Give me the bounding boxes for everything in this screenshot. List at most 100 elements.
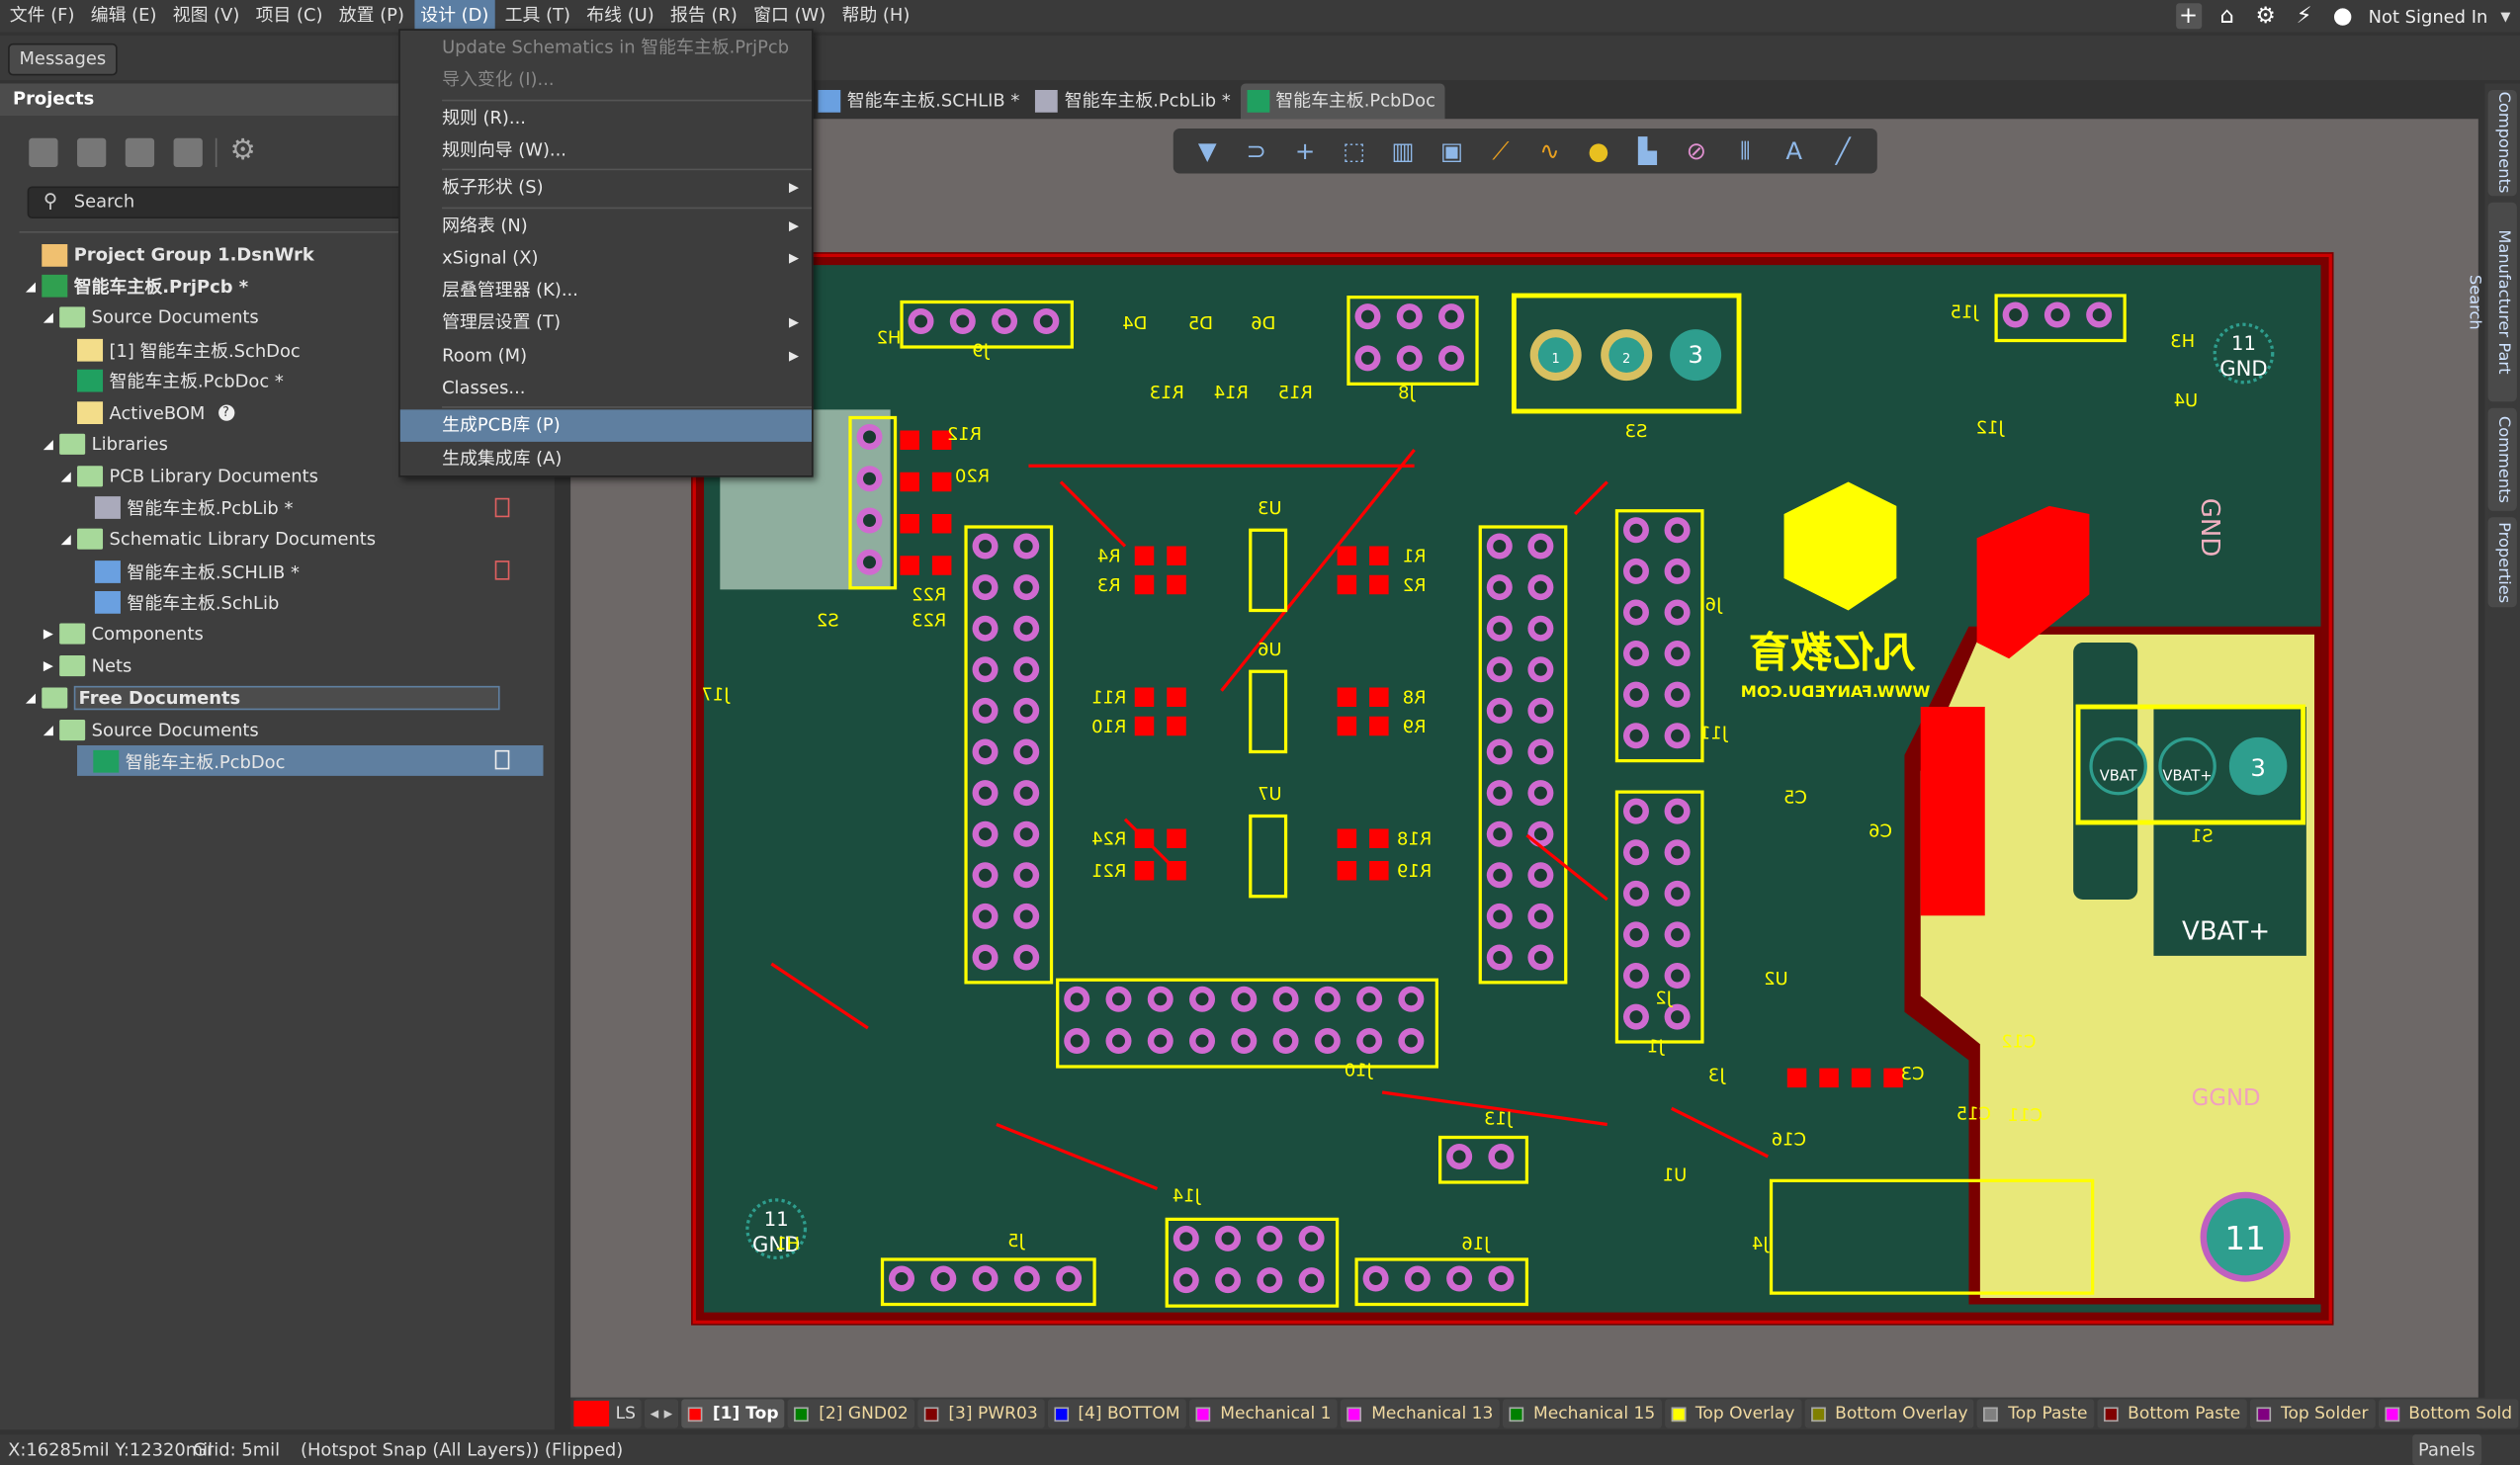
- layer-tab[interactable]: Bottom Overlay: [1804, 1399, 1975, 1428]
- tree-item[interactable]: 智能车主板.SCHLIB *: [79, 556, 544, 586]
- design-menu-item[interactable]: 板子形状 (S) ▶: [400, 172, 812, 205]
- panel-tab[interactable]: Properties: [2487, 517, 2517, 608]
- pad-net-label: VBAT: [2100, 768, 2137, 785]
- layer-tab[interactable]: Top Solder: [2250, 1399, 2376, 1428]
- layer-scroll-buttons[interactable]: ◂ ▸: [644, 1399, 679, 1428]
- layer-tab[interactable]: Top Paste: [1977, 1399, 2095, 1428]
- folder-settings-icon[interactable]: [173, 137, 203, 167]
- component-icon[interactable]: ▣: [1434, 136, 1470, 165]
- folder-search-icon[interactable]: [125, 137, 155, 167]
- layer-tab[interactable]: Mechanical 13: [1341, 1399, 1500, 1428]
- layer-tab[interactable]: Top Overlay: [1664, 1399, 1802, 1428]
- cross-icon[interactable]: +: [1287, 136, 1323, 165]
- menu-item[interactable]: 放置 (P): [332, 0, 410, 33]
- tree-item[interactable]: ◢ Schematic Library Documents: [61, 524, 544, 555]
- pad-hole: [1321, 1034, 1335, 1048]
- dimension-icon[interactable]: ⫴: [1727, 136, 1763, 165]
- menu-item[interactable]: 报告 (R): [664, 0, 744, 33]
- panel-tab[interactable]: Components: [2487, 90, 2517, 197]
- home-icon[interactable]: ⌂: [2215, 3, 2240, 29]
- design-menu-item[interactable]: 网络表 (N) ▶: [400, 210, 812, 242]
- document-status-icon: [494, 497, 510, 517]
- design-menu-item[interactable]: 生成PCB库 (P): [399, 409, 812, 443]
- menu-item[interactable]: 布线 (U): [580, 0, 661, 33]
- menu-item[interactable]: 设计 (D): [413, 0, 495, 33]
- expanded-icon[interactable]: ◢: [43, 437, 56, 452]
- menu-item[interactable]: 工具 (T): [498, 0, 576, 33]
- user-icon[interactable]: ●: [2330, 3, 2356, 29]
- expanded-icon[interactable]: ◢: [43, 310, 56, 325]
- tree-item[interactable]: ▶ Nets: [43, 650, 544, 681]
- chevron-down-icon[interactable]: ▼: [2500, 9, 2510, 24]
- align-icon[interactable]: ▥: [1385, 136, 1421, 165]
- line-icon[interactable]: ╱: [1825, 136, 1861, 165]
- notifications-off-icon[interactable]: ⚡: [2292, 3, 2317, 29]
- tree-item[interactable]: 智能车主板.PcbDoc: [77, 745, 544, 777]
- layer-tab[interactable]: Bottom Sold: [2378, 1399, 2519, 1428]
- tree-item[interactable]: 智能车主板.PcbLib *: [79, 492, 544, 523]
- tree-item[interactable]: ◢ Free Documents: [26, 682, 543, 713]
- layer-tab[interactable]: Mechanical 1: [1189, 1399, 1339, 1428]
- pad-hole: [1279, 1034, 1293, 1048]
- add-comment-icon[interactable]: +: [2175, 3, 2202, 30]
- expanded-icon[interactable]: ◢: [43, 722, 56, 736]
- design-menu-item[interactable]: 规则 (R)...: [400, 102, 812, 134]
- select-rect-icon[interactable]: ⬚: [1337, 136, 1372, 165]
- menu-item[interactable]: 视图 (V): [166, 0, 246, 33]
- layer-tab[interactable]: [3] PWR03: [917, 1399, 1045, 1428]
- layer-tab[interactable]: Bottom Paste: [2097, 1399, 2247, 1428]
- messages-button[interactable]: Messages: [8, 43, 118, 76]
- menu-item[interactable]: 帮助 (H): [835, 0, 916, 33]
- design-menu-item[interactable]: Classes...: [400, 373, 812, 405]
- document-tab[interactable]: 智能车主板.PcbDoc: [1240, 83, 1445, 120]
- design-menu-item[interactable]: xSignal (X) ▶: [400, 242, 812, 275]
- menu-separator: [442, 406, 812, 409]
- route-icon[interactable]: ⟋: [1483, 136, 1519, 165]
- tree-item-label: 智能车主板.PcbDoc: [125, 750, 286, 773]
- design-menu-item[interactable]: 管理层设置 (T) ▶: [400, 307, 812, 340]
- expanded-icon[interactable]: ◢: [26, 279, 39, 294]
- collapsed-icon[interactable]: ▶: [43, 658, 56, 673]
- via-icon[interactable]: ●: [1581, 136, 1616, 165]
- layer-set-button[interactable]: LS: [573, 1399, 641, 1428]
- fill-icon[interactable]: ▙: [1629, 136, 1665, 165]
- layer-tab[interactable]: [4] BOTTOM: [1047, 1399, 1187, 1428]
- gear-icon[interactable]: ⚙: [2253, 3, 2279, 29]
- expanded-icon[interactable]: ◢: [26, 690, 39, 705]
- user-status[interactable]: Not Signed In: [2369, 6, 2488, 27]
- document-tab[interactable]: 智能车主板.SCHLIB *: [812, 84, 1029, 120]
- menu-item[interactable]: 项目 (C): [249, 0, 329, 33]
- collapsed-icon[interactable]: ▶: [43, 627, 56, 642]
- designator-label: D4: [1122, 313, 1147, 334]
- layer-tab[interactable]: [2] GND02: [788, 1399, 915, 1428]
- expanded-icon[interactable]: ◢: [61, 532, 74, 547]
- design-menu-item[interactable]: 层叠管理器 (K)...: [400, 275, 812, 307]
- expanded-icon[interactable]: ◢: [61, 469, 74, 483]
- filter-icon[interactable]: ▼: [1189, 136, 1225, 165]
- help-icon[interactable]: ?: [217, 404, 234, 421]
- tree-item[interactable]: ◢ Source Documents: [43, 714, 544, 744]
- gear-icon[interactable]: ⚙: [229, 133, 255, 167]
- text-icon[interactable]: A: [1777, 136, 1812, 165]
- panels-button[interactable]: Panels: [2411, 1434, 2482, 1465]
- design-menu-item[interactable]: 规则向导 (W)...: [400, 134, 812, 167]
- pcb-board[interactable]: 1 2 3VBAT VBAT+ 3VBAT+GGND1111GND11GND凡亿教育WW…: [570, 119, 2478, 1398]
- layer-tab[interactable]: Mechanical 15: [1503, 1399, 1662, 1428]
- tree-item[interactable]: ▶ Components: [43, 619, 544, 649]
- document-tab[interactable]: 智能车主板.PcbLib *: [1029, 84, 1241, 120]
- panel-tab[interactable]: Comments: [2487, 407, 2517, 511]
- layer-tab[interactable]: [1] Top: [681, 1399, 786, 1428]
- design-menu-item[interactable]: Room (M) ▶: [400, 340, 812, 373]
- diff-pair-icon[interactable]: ∿: [1532, 136, 1568, 165]
- menu-item[interactable]: 文件 (F): [3, 0, 81, 33]
- menu-item[interactable]: 编辑 (E): [84, 0, 163, 33]
- panel-tab[interactable]: Manufacturer Part Search: [2466, 202, 2517, 402]
- copy-icon[interactable]: [77, 137, 107, 167]
- menu-item[interactable]: 窗口 (W): [747, 0, 832, 33]
- tree-item[interactable]: 智能车主板.SchLib: [79, 587, 544, 618]
- polygon-icon[interactable]: ⊘: [1679, 136, 1714, 165]
- save-icon[interactable]: [29, 137, 58, 167]
- design-menu-item[interactable]: 生成集成库 (A): [400, 443, 812, 475]
- pcb-canvas[interactable]: 1 2 3 VBAT VBAT+ 3 VBAT+ GGND 11 11 GND 11 GND 凡亿教育 WW…: [570, 119, 2478, 1398]
- interactive-route-icon[interactable]: ⊃: [1239, 136, 1274, 165]
